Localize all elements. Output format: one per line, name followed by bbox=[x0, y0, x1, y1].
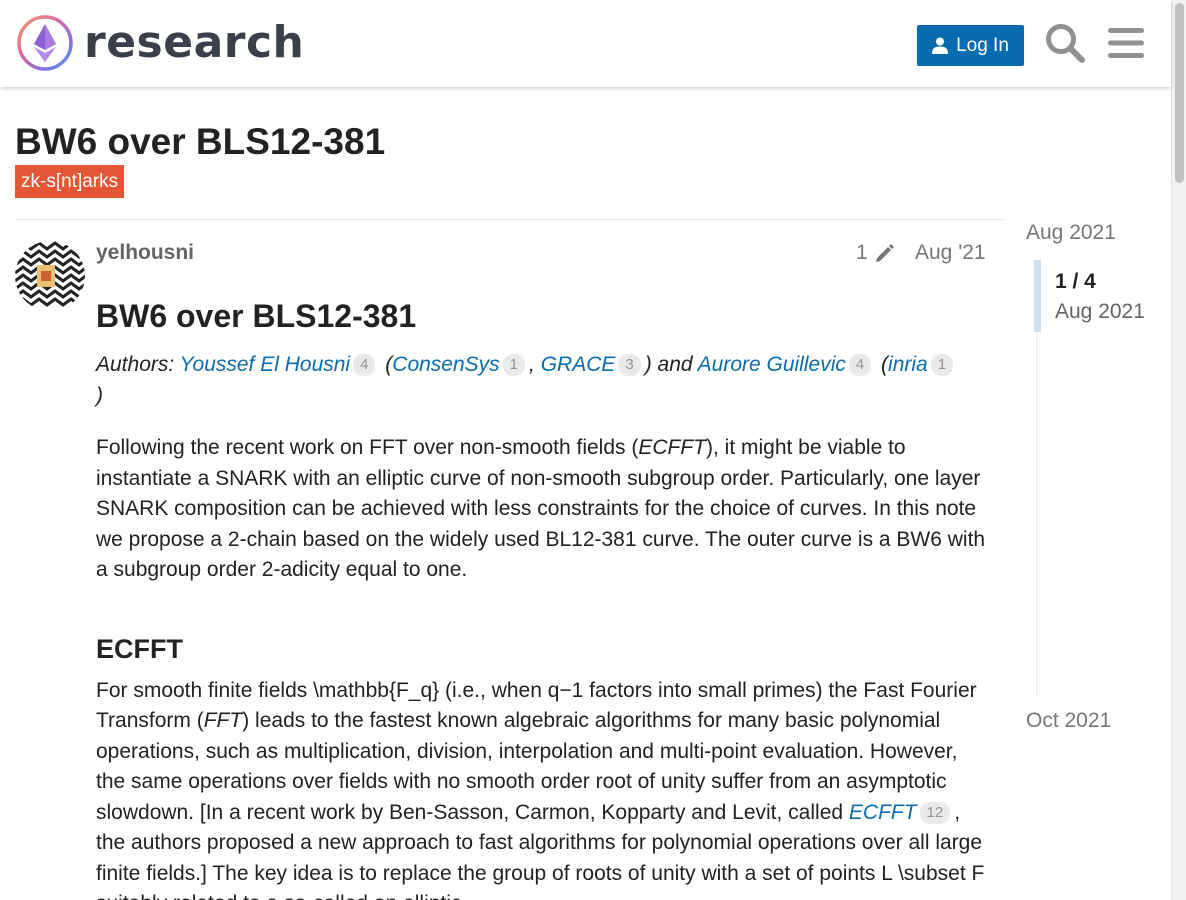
click-count-badge: 1 bbox=[502, 354, 526, 376]
authors-text: ( bbox=[875, 353, 889, 376]
intro-emphasis: ECFFT bbox=[638, 436, 706, 459]
timeline-handle[interactable] bbox=[1034, 260, 1041, 332]
authors-text: ) and bbox=[644, 353, 698, 376]
avatar-image-icon bbox=[15, 241, 85, 311]
site-title: research bbox=[84, 17, 305, 68]
click-count-badge: 3 bbox=[618, 354, 641, 376]
author-link-aurore[interactable]: Aurore Guillevic bbox=[698, 353, 846, 376]
post-authors: Authors: Youssef El Housni 4 (ConsenSys 1,… bbox=[96, 350, 986, 411]
login-button[interactable]: Log In bbox=[917, 25, 1024, 66]
post-edit-history[interactable]: 1 bbox=[856, 240, 896, 266]
click-count-badge: 4 bbox=[848, 354, 872, 376]
avatar[interactable] bbox=[15, 241, 85, 311]
ecfft-emphasis: FFT bbox=[203, 709, 243, 732]
ecfft-paragraph: For smooth finite fields \mathbb{F_q} (i… bbox=[96, 676, 986, 900]
user-icon bbox=[932, 37, 949, 54]
author-link-youssef[interactable]: Youssef El Housni bbox=[180, 353, 350, 376]
click-count-badge: 4 bbox=[353, 354, 376, 376]
topic-tag[interactable]: zk-s[nt]arks bbox=[15, 165, 125, 198]
post-author-username[interactable]: yelhousni bbox=[96, 240, 194, 266]
title-divider bbox=[15, 219, 1004, 220]
post-heading: BW6 over BLS12-381 bbox=[96, 298, 417, 334]
site-logo[interactable]: research bbox=[16, 14, 304, 72]
affiliation-link-grace[interactable]: GRACE bbox=[541, 353, 616, 376]
ecfft-link[interactable]: ECFFT bbox=[849, 801, 917, 824]
section-heading-ecfft: ECFFT bbox=[96, 633, 183, 664]
page-scrollbar[interactable] bbox=[1171, 0, 1186, 900]
authors-text: ( bbox=[379, 353, 393, 376]
affiliation-link-inria[interactable]: inria bbox=[888, 353, 928, 376]
post-date[interactable]: Aug '21 bbox=[915, 240, 986, 266]
hamburger-menu-icon[interactable] bbox=[1106, 25, 1146, 61]
authors-text: , bbox=[529, 353, 541, 376]
site-header: research Log In bbox=[0, 0, 1171, 87]
pencil-icon bbox=[875, 244, 894, 262]
affiliation-link-consensys[interactable]: ConsenSys bbox=[392, 353, 499, 376]
scrollbar-thumb[interactable] bbox=[1175, 3, 1184, 183]
click-count-badge: 1 bbox=[930, 354, 954, 376]
intro-text: Following the recent work on FFT over no… bbox=[96, 436, 639, 459]
ethereum-research-logo-icon bbox=[17, 15, 73, 71]
click-count-badge: 12 bbox=[919, 801, 951, 824]
timeline-start-date[interactable]: Aug 2021 bbox=[1026, 219, 1116, 247]
login-label: Log In bbox=[956, 34, 1009, 56]
intro-paragraph: Following the recent work on FFT over no… bbox=[96, 433, 986, 586]
edit-count: 1 bbox=[856, 241, 868, 264]
search-icon[interactable] bbox=[1044, 22, 1086, 64]
timeline-position: 1 / 4 bbox=[1055, 270, 1096, 293]
post-content: BW6 over BLS12-381 Authors: Youssef El H… bbox=[96, 290, 986, 900]
timeline-end-date[interactable]: Oct 2021 bbox=[1026, 707, 1111, 735]
authors-text: ) bbox=[96, 383, 103, 407]
authors-prefix: Authors: bbox=[96, 353, 180, 376]
topic-title[interactable]: BW6 over BLS12-381 bbox=[15, 121, 385, 163]
timeline-current-date: Aug 2021 bbox=[1055, 300, 1145, 323]
